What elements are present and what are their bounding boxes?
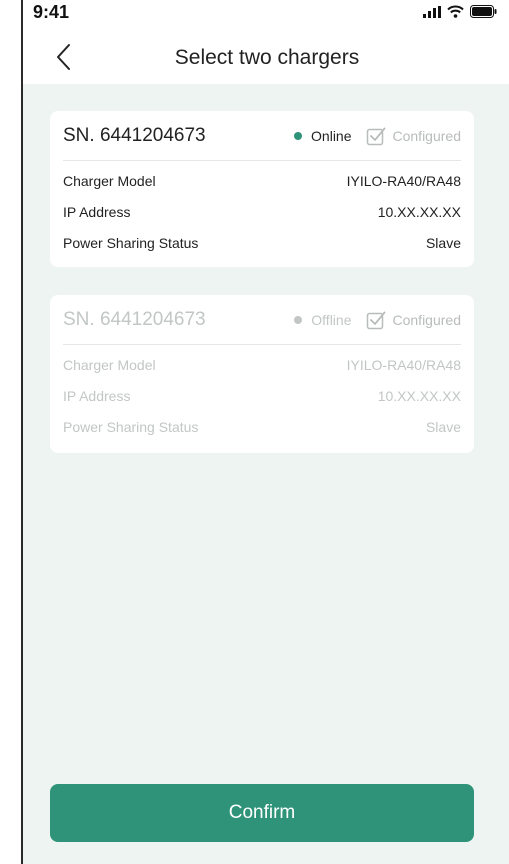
- charger-serial-number: SN. 6441204673: [63, 309, 206, 330]
- detail-row-sharing: Power Sharing Status Slave: [63, 235, 461, 266]
- checkbox-checked-icon: [366, 311, 385, 330]
- battery-icon: [470, 5, 497, 18]
- charger-serial-number: SN. 6441204673: [63, 125, 206, 146]
- configured-label: Configured: [392, 128, 462, 144]
- detail-value: IYILO-RA40/RA48: [346, 173, 461, 189]
- phone-screen: 9:41 Select two chargers SN. 6441204673 …: [23, 0, 509, 864]
- status-label: Online: [311, 128, 352, 144]
- detail-row-model: Charger Model IYILO-RA40/RA48: [63, 173, 461, 204]
- charger-card-online[interactable]: SN. 6441204673 Online Configured Charger…: [50, 111, 474, 267]
- detail-value: 10.XX.XX.XX: [377, 388, 461, 404]
- detail-value: Slave: [425, 419, 461, 435]
- detail-row-sharing: Power Sharing Status Slave: [63, 419, 461, 450]
- detail-label: IP Address: [63, 388, 131, 404]
- charger-details: Charger Model IYILO-RA40/RA48 IP Address…: [63, 161, 461, 266]
- charger-card-header: SN. 6441204673 Offline Configured: [63, 295, 461, 345]
- status-icons: [423, 5, 497, 18]
- detail-label: IP Address: [63, 204, 131, 220]
- status-label: Offline: [311, 312, 352, 328]
- configured-label: Configured: [392, 312, 462, 328]
- online-dot-icon: [294, 132, 303, 140]
- charger-card-offline[interactable]: SN. 6441204673 Offline Configured Charge…: [50, 295, 474, 453]
- offline-dot-icon: [294, 316, 303, 324]
- charger-card-header: SN. 6441204673 Online Configured: [63, 111, 461, 161]
- detail-value: IYILO-RA40/RA48: [346, 357, 461, 373]
- detail-label: Power Sharing Status: [63, 419, 199, 435]
- detail-row-model: Charger Model IYILO-RA40/RA48: [63, 357, 461, 388]
- nav-bar: Select two chargers: [23, 34, 509, 84]
- checkbox-checked-icon: [366, 127, 385, 146]
- detail-label: Power Sharing Status: [63, 235, 199, 251]
- charger-status: Online Configured: [294, 126, 461, 146]
- charger-list-area: SN. 6441204673 Online Configured Charger…: [23, 84, 509, 864]
- wifi-icon: [447, 5, 464, 18]
- confirm-button[interactable]: Confirm: [50, 784, 474, 842]
- detail-value: 10.XX.XX.XX: [377, 204, 461, 220]
- detail-label: Charger Model: [63, 357, 156, 373]
- cellular-signal-icon: [423, 5, 441, 18]
- page-title: Select two chargers: [174, 46, 360, 69]
- detail-label: Charger Model: [63, 173, 156, 189]
- detail-row-ip: IP Address 10.XX.XX.XX: [63, 388, 461, 419]
- charger-details: Charger Model IYILO-RA40/RA48 IP Address…: [63, 345, 461, 450]
- status-bar: 9:41: [23, 0, 509, 34]
- detail-value: Slave: [425, 235, 461, 251]
- charger-status: Offline Configured: [294, 310, 461, 330]
- detail-row-ip: IP Address 10.XX.XX.XX: [63, 204, 461, 235]
- status-time: 9:41: [33, 2, 70, 22]
